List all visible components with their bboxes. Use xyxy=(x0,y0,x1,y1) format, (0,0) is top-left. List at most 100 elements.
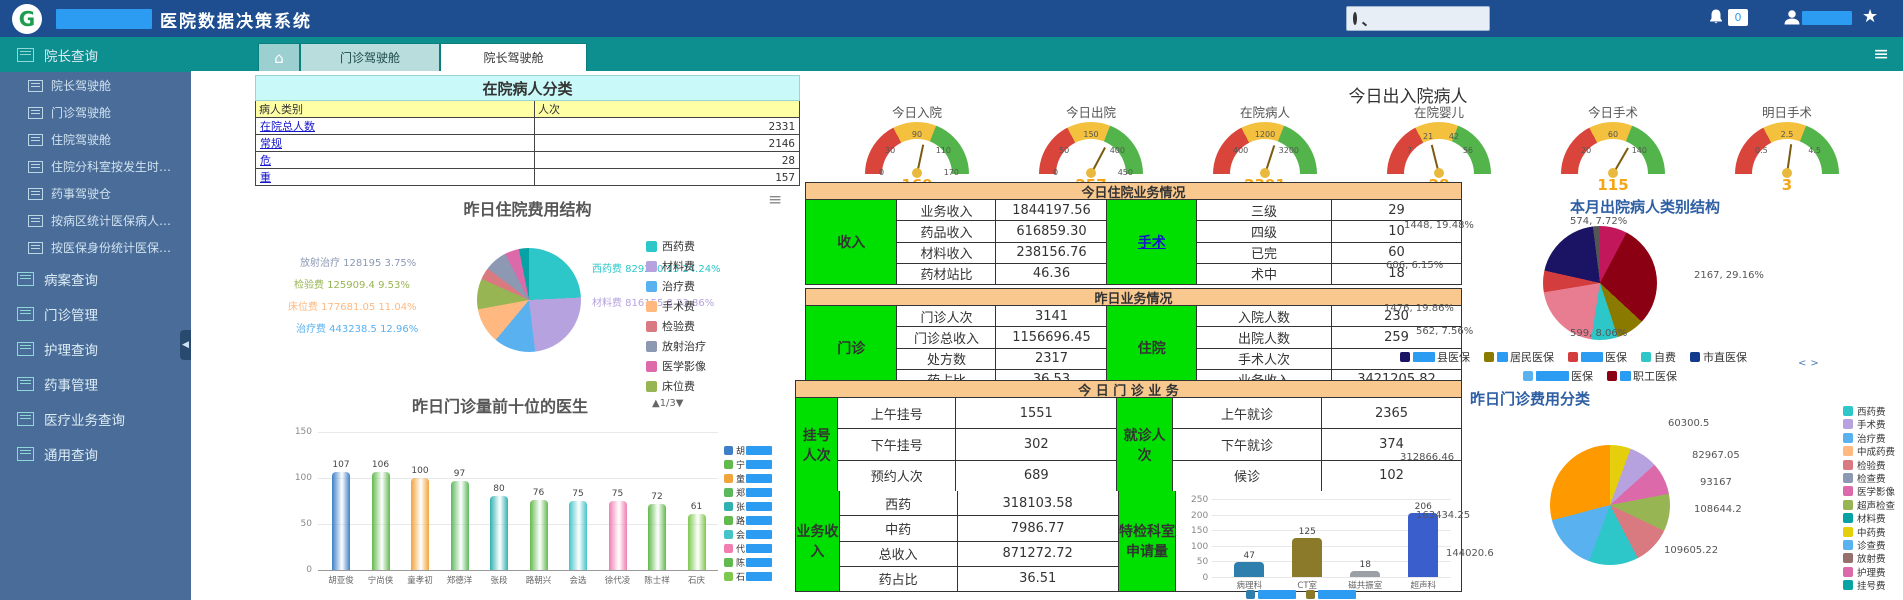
doctor-legend-item[interactable]: 宁 xyxy=(724,458,772,471)
fee-legend-item[interactable]: 检验费 xyxy=(646,318,695,334)
row-value: 616859.30 xyxy=(996,221,1106,241)
tab-outpatient-cockpit[interactable]: 门诊驾驶舱 xyxy=(300,43,440,71)
data-row: 上午挂号 1551 xyxy=(838,398,1116,429)
discharge-callout: 606, 6.15% xyxy=(1386,260,1443,271)
sidebar-item-label: 院长查询 xyxy=(44,45,98,65)
outfee-legend-item[interactable]: 诊查费 xyxy=(1843,538,1886,552)
patient-class-link[interactable]: 在院总人数 xyxy=(260,120,315,133)
fee-legend-item[interactable]: 治疗费 xyxy=(646,278,695,294)
sidebar-item-3[interactable]: 住院驾驶舱 xyxy=(0,126,191,153)
outfee-legend-item[interactable]: 超声检查 xyxy=(1843,498,1895,512)
outpatient-fee-callout: 108644.2 xyxy=(1694,504,1742,515)
sidebar-item-5[interactable]: 药事驾驶仓 xyxy=(0,180,191,207)
row-value: 102 xyxy=(1322,461,1461,491)
sidebar-nav: 院长查询 院长驾驶舱 门诊驾驶舱 住院驾驶舱 住院分科室按发生时间统... 药事… xyxy=(0,37,191,600)
discharge-callout: 1448, 19.48% xyxy=(1404,220,1474,231)
menu-icon xyxy=(17,342,34,356)
doctor-name: 石庆 xyxy=(676,574,718,586)
discharge-legend-item[interactable]: 县医保 xyxy=(1400,349,1470,365)
discharge-legend-item[interactable]: 市直医保 xyxy=(1690,349,1747,365)
sidebar-item-9[interactable]: 门诊管理 xyxy=(0,296,191,331)
data-row: 药材站比 46.36 xyxy=(897,264,1106,284)
chart-toolbox-icon[interactable]: ≡ xyxy=(768,190,782,210)
fee-legend-item[interactable]: 医学影像 xyxy=(646,358,706,374)
gauge-tick: 140 xyxy=(1632,146,1647,155)
doctor-legend-item[interactable]: 路 xyxy=(724,514,772,527)
fee-legend-item[interactable]: 手术费 xyxy=(646,298,695,314)
sidebar-item-10[interactable]: 护理查询 xyxy=(0,331,191,366)
row-label: 业务收入 xyxy=(897,200,996,220)
outfee-legend-item[interactable]: 材料费 xyxy=(1843,511,1886,525)
tab-director-cockpit[interactable]: 院长驾驶舱 xyxy=(440,43,587,71)
outfee-legend-item[interactable]: 检查费 xyxy=(1843,471,1886,485)
doctor-legend-item[interactable]: 胡 xyxy=(724,444,772,457)
fee-legend-item[interactable]: 放射治疗 xyxy=(646,338,706,354)
outfee-legend-item[interactable]: 手术费 xyxy=(1843,417,1886,431)
inpatient-fee-pie-title: 昨日住院费用结构 xyxy=(395,196,660,220)
outfee-legend-item[interactable]: 放射费 xyxy=(1843,551,1886,565)
sidebar-item-4[interactable]: 住院分科室按发生时间统... xyxy=(0,153,191,180)
mini-legend-item[interactable] xyxy=(1306,590,1356,599)
doctor-legend-item[interactable]: 张 xyxy=(724,500,772,513)
favorite-star-icon[interactable]: ★ xyxy=(1862,6,1878,27)
surgery-link[interactable]: 手术 xyxy=(1138,232,1166,252)
tab-home[interactable]: ⌂ xyxy=(258,43,300,71)
table-row: 在院总人数 2331 xyxy=(256,118,800,135)
sidebar-item-7[interactable]: 按医保身份统计医保病人... xyxy=(0,234,191,261)
mini-legend-item[interactable] xyxy=(1246,590,1296,599)
sidebar-item-2[interactable]: 门诊驾驶舱 xyxy=(0,99,191,126)
sidebar-item-0[interactable]: 院长查询 xyxy=(0,37,191,72)
outfee-legend-item[interactable]: 中成药费 xyxy=(1843,444,1895,458)
data-row: 处方数 2317 xyxy=(897,349,1106,370)
search-input[interactable] xyxy=(1362,12,1508,26)
row-label: 下午就诊 xyxy=(1173,429,1322,459)
outfee-legend-item[interactable]: 中药费 xyxy=(1843,525,1886,539)
notification-bell-icon[interactable] xyxy=(1707,8,1727,28)
discharge-legend-item[interactable]: 医保 xyxy=(1523,368,1593,384)
doctor-legend-item[interactable]: 郑 xyxy=(724,486,772,499)
search-box[interactable] xyxy=(1346,6,1490,31)
outfee-legend-item[interactable]: 治疗费 xyxy=(1843,431,1886,445)
doctor-legend-item[interactable]: 代 xyxy=(724,542,772,555)
patient-table-col: 人次 xyxy=(535,101,800,118)
doctor-bar xyxy=(332,472,350,570)
fee-legend-item[interactable]: 材料费 xyxy=(646,258,695,274)
doctor-legend-item[interactable]: 陈 xyxy=(724,556,772,569)
discharge-legend-pager[interactable]: <> xyxy=(1798,358,1823,369)
sidebar-item-1[interactable]: 院长驾驶舱 xyxy=(0,72,191,99)
outfee-legend-item[interactable]: 挂号费 xyxy=(1843,578,1886,592)
data-row: 中药 7986.77 xyxy=(840,516,1118,541)
patient-class-link[interactable]: 重 xyxy=(260,171,271,184)
tabbar-menu-icon[interactable]: ≡ xyxy=(1873,43,1889,65)
discharge-legend-item[interactable]: 医保 xyxy=(1568,349,1627,365)
fee-legend-item[interactable]: 床位费 xyxy=(646,378,695,394)
doctor-bar-value: 107 xyxy=(322,460,360,470)
discharge-legend-item[interactable]: 居民医保 xyxy=(1484,349,1554,365)
doctor-legend-item[interactable]: 会 xyxy=(724,528,772,541)
fee-legend-item[interactable]: 西药费 xyxy=(646,238,695,254)
outfee-legend-item[interactable]: 西药费 xyxy=(1843,404,1886,418)
user-icon[interactable] xyxy=(1783,8,1801,29)
today-inpatient-panel: 今日住院业务情况 收入 业务收入 1844197.56 药品收入 616859.… xyxy=(805,182,1462,285)
sidebar-item-label: 按病区统计医保病人费用 xyxy=(51,212,179,229)
outfee-legend-item[interactable]: 护理费 xyxy=(1843,565,1886,579)
discharge-legend-item[interactable]: 职工医保 xyxy=(1607,368,1677,384)
sidebar-collapse-icon[interactable]: ◀ xyxy=(180,330,191,360)
sidebar-item-6[interactable]: 按病区统计医保病人费用 xyxy=(0,207,191,234)
mini-y-tick: 250 xyxy=(1182,495,1208,505)
outfee-legend-item[interactable]: 检验费 xyxy=(1843,458,1886,472)
sidebar-item-8[interactable]: 病案查询 xyxy=(0,261,191,296)
row-label: 候诊 xyxy=(1173,461,1322,491)
sidebar-item-11[interactable]: 药事管理 xyxy=(0,366,191,401)
doctor-legend-item[interactable]: 石 xyxy=(724,570,772,583)
gauge-tick: 170 xyxy=(944,168,959,177)
inpatient-fee-callout: 检验费 125909.4 9.53% xyxy=(294,276,410,291)
outfee-legend-item[interactable]: 医学影像 xyxy=(1843,484,1895,498)
group-cell: 挂号人次 xyxy=(796,398,838,491)
patient-class-link[interactable]: 危 xyxy=(260,154,271,167)
sidebar-item-13[interactable]: 通用查询 xyxy=(0,436,191,471)
patient-class-link[interactable]: 常规 xyxy=(260,137,282,150)
discharge-legend-item[interactable]: 自费 xyxy=(1641,349,1676,365)
doctor-legend-item[interactable]: 童 xyxy=(724,472,772,485)
sidebar-item-12[interactable]: 医疗业务查询 xyxy=(0,401,191,436)
